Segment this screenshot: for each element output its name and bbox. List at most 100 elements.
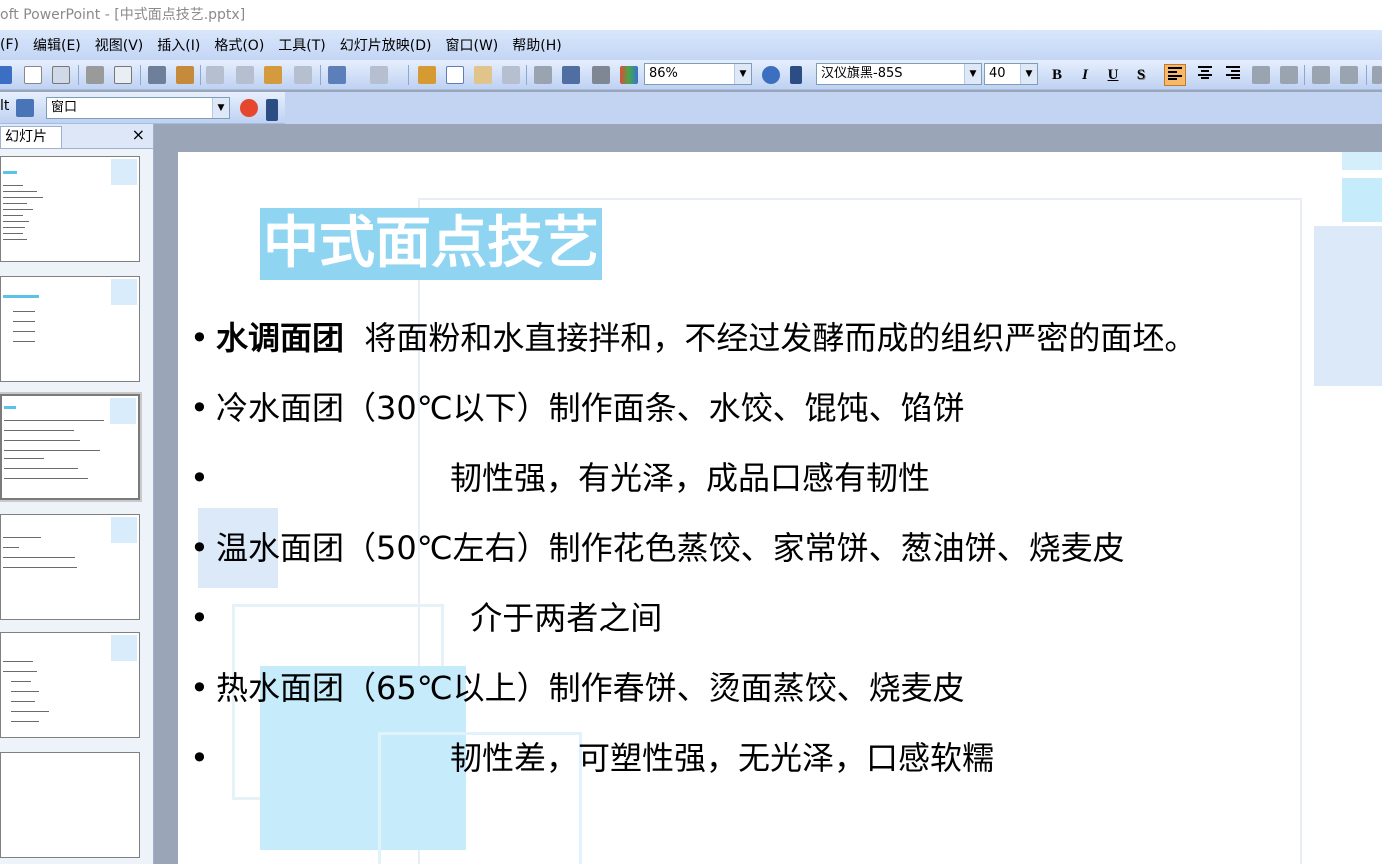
slide-thumbnail-2[interactable] [0,276,140,382]
menu-format[interactable]: 格式(O) [214,35,264,55]
design-icon[interactable] [16,99,34,117]
bullet-text: 韧性差，可塑性强，无光泽，口感软糯 [216,739,994,777]
chevron-down-icon[interactable]: ▼ [1020,64,1037,84]
align-left-button[interactable] [1164,64,1186,86]
undo-icon[interactable] [328,66,346,84]
bullet-bold-text: 水调面团 [216,319,345,357]
bullet-text: 韧性强，有光泽，成品口感有韧性 [216,459,930,497]
shadow-button[interactable]: S [1130,64,1152,86]
bullets-icon[interactable] [1340,66,1358,84]
distribute-icon[interactable] [1252,66,1270,84]
bold-button[interactable]: B [1046,64,1068,86]
bullet-6[interactable]: • 热水面团（65℃以上）制作春饼、烫面蒸饺、烧麦皮 [190,668,965,708]
flash-icon[interactable] [240,99,258,117]
zoom-value: 86% [649,66,678,81]
copy-icon[interactable] [236,66,254,84]
slide-thumbnail-5[interactable] [0,632,140,738]
menu-view[interactable]: 视图(V) [95,35,144,55]
toolbar-options-icon[interactable] [790,66,802,84]
expand-all-icon[interactable] [534,66,552,84]
font-size-combo[interactable]: 40 ▼ [984,63,1038,85]
window-title: oft PowerPoint - [中式面点技艺.pptx] [0,0,1382,30]
color-grayscale-icon[interactable] [620,66,638,84]
bullet-5[interactable]: • 介于两者之间 [190,598,662,638]
toolbar-label: lt [0,98,10,114]
bullet-dot: • [190,529,209,567]
bullet-dot: • [190,459,209,497]
research-icon[interactable] [176,66,194,84]
bullet-7[interactable]: • 韧性差，可塑性强，无光泽，口感软糯 [190,738,994,778]
window-combo-value: 窗口 [51,100,78,115]
chevron-down-icon[interactable]: ▼ [964,64,981,84]
bullet-text: 将面粉和水直接拌和，不经过发酵而成的组织严密的面坯。 [344,319,1197,357]
bullet-dot: • [190,739,209,777]
align-center-button[interactable] [1194,64,1216,86]
format-painter-icon[interactable] [294,66,312,84]
toolbar-empty-area [285,92,1382,124]
slide-thumbnail-1[interactable] [0,156,140,262]
deco-square [1314,226,1382,386]
bullet-text: 温水面团（50℃左右）制作花色蒸饺、家常饼、葱油饼、烧麦皮 [216,529,1125,567]
font-name-value: 汉仪旗黑-85S [821,66,903,81]
menu-insert[interactable]: 插入(I) [157,35,200,55]
help-icon[interactable] [762,66,780,84]
window-combo[interactable]: 窗口 ▼ [46,97,230,119]
cut-icon[interactable] [206,66,224,84]
print-icon[interactable] [86,66,104,84]
show-formatting-icon[interactable] [562,66,580,84]
menu-file[interactable]: (F) [0,37,19,53]
bullet-4[interactable]: • 温水面团（50℃左右）制作花色蒸饺、家常饼、葱油饼、烧麦皮 [190,528,1125,568]
insert-chart-icon[interactable] [418,66,436,84]
text-direction-icon[interactable] [1280,66,1298,84]
menu-help[interactable]: 帮助(H) [512,35,561,55]
toolbar-options-icon[interactable] [266,99,278,121]
close-icon[interactable]: × [132,124,145,146]
redo-icon[interactable] [370,66,388,84]
menu-tools[interactable]: 工具(T) [278,35,325,55]
align-right-icon [1226,66,1240,79]
menu-slideshow[interactable]: 幻灯片放映(D) [340,35,432,55]
chevron-down-icon[interactable]: ▼ [212,98,229,118]
insert-table-icon[interactable] [446,66,464,84]
tables-borders-icon[interactable] [474,66,492,84]
slide-thumbnail-4[interactable] [0,514,140,620]
bullet-dot: • [190,389,209,427]
standard-toolbar: 86% ▼ 汉仪旗黑-85S ▼ 40 ▼ B I U S [0,60,1382,90]
menu-window[interactable]: 窗口(W) [446,35,499,55]
numbering-icon[interactable] [1312,66,1330,84]
bullet-dot: • [190,669,209,707]
align-center-icon [1198,66,1212,79]
hyperlink-icon[interactable] [502,66,520,84]
font-size-value: 40 [989,66,1006,81]
permission-icon[interactable] [24,66,42,84]
secondary-toolbar: lt 窗口 ▼ [0,92,285,124]
email-icon[interactable] [52,66,70,84]
save-icon[interactable] [0,66,12,84]
bullet-1[interactable]: • 水调面团 将面粉和水直接拌和，不经过发酵而成的组织严密的面坯。 [190,318,1196,358]
bullet-2[interactable]: • 冷水面团（30℃以下）制作面条、水饺、馄饨、馅饼 [190,388,965,428]
bullet-dot: • [190,599,209,637]
chevron-down-icon[interactable]: ▼ [734,64,751,84]
menu-bar: (F) 编辑(E) 视图(V) 插入(I) 格式(O) 工具(T) 幻灯片放映(… [0,30,1382,60]
bullet-3[interactable]: • 韧性强，有光泽，成品口感有韧性 [190,458,930,498]
menu-edit[interactable]: 编辑(E) [33,35,81,55]
italic-button[interactable]: I [1074,64,1096,86]
spelling-icon[interactable] [148,66,166,84]
underline-button[interactable]: U [1102,64,1124,86]
slide-canvas[interactable]: 中式面点技艺 • 水调面团 将面粉和水直接拌和，不经过发酵而成的组织严密的面坯。 … [178,152,1382,864]
tab-slides[interactable]: 幻灯片 [0,126,62,148]
bullet-dot: • [190,319,209,357]
increase-font-icon[interactable] [1372,66,1382,84]
slide-title[interactable]: 中式面点技艺 [260,208,602,280]
zoom-combo[interactable]: 86% ▼ [644,63,752,85]
deco-square [1342,152,1382,170]
align-right-button[interactable] [1222,64,1244,86]
slide-thumbnail-3[interactable] [0,392,142,502]
font-name-combo[interactable]: 汉仪旗黑-85S ▼ [816,63,982,85]
grid-icon[interactable] [592,66,610,84]
print-preview-icon[interactable] [114,66,132,84]
paste-icon[interactable] [264,66,282,84]
bullet-text: 介于两者之间 [216,599,663,637]
align-left-icon [1168,67,1182,80]
slide-thumbnail-6[interactable] [0,752,140,858]
